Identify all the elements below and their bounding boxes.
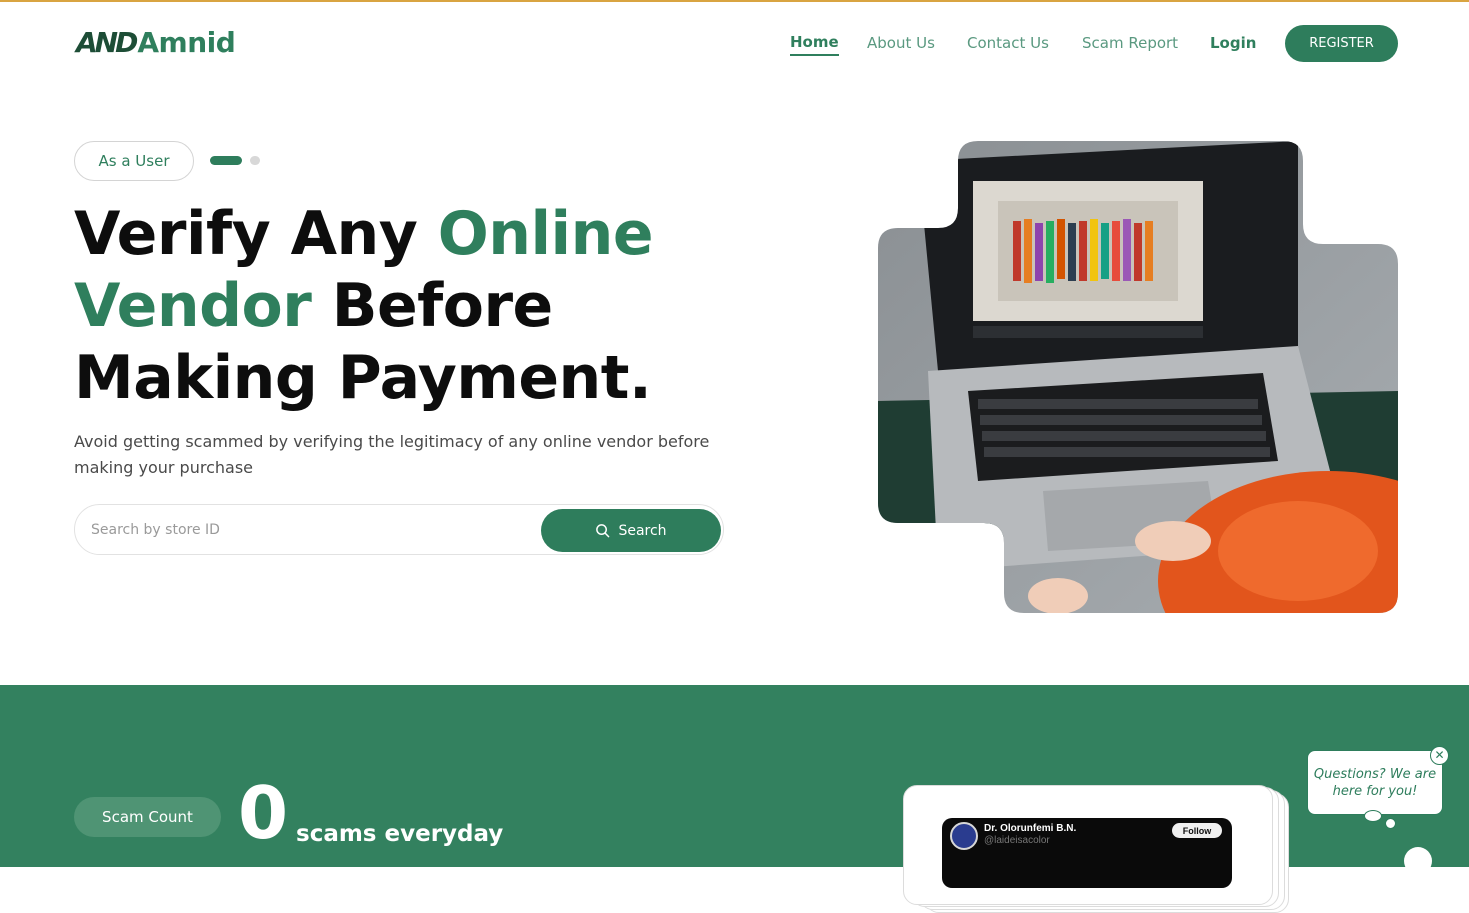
scam-count-number: 0 <box>238 771 289 855</box>
chat-prompt-bubble[interactable]: Questions? We are here for you! <box>1307 750 1443 815</box>
chat-bubble-tail-small <box>1385 818 1396 829</box>
logo-text: Amnid <box>137 26 236 59</box>
search-icon <box>596 524 610 538</box>
headline-green-vendor: Vendor <box>74 271 312 341</box>
store-search-bar: Search <box>74 504 724 555</box>
testimonial-card[interactable]: Dr. Olorunfemi B.N. @laideisacolor Follo… <box>903 785 1273 905</box>
chat-launcher-button[interactable] <box>1404 847 1432 875</box>
avatar <box>950 822 978 850</box>
nav-contact-link[interactable]: Contact Us <box>967 34 1049 52</box>
hero-headline: Verify Any Online Vendor Before Making Pa… <box>74 198 774 414</box>
nav-about-link[interactable]: About Us <box>867 34 935 52</box>
tweet-embed: Dr. Olorunfemi B.N. @laideisacolor Follo… <box>942 818 1232 888</box>
slide-dot-active[interactable] <box>210 156 242 165</box>
user-type-pill[interactable]: As a User <box>74 141 194 181</box>
logo-mark: AND <box>76 26 138 59</box>
chat-bubble-tail <box>1364 810 1382 822</box>
hero-subtext: Avoid getting scammed by verifying the l… <box>74 432 710 477</box>
scam-count-suffix: scams everyday <box>296 821 504 847</box>
nav-login-link[interactable]: Login <box>1210 34 1256 52</box>
store-id-search-input[interactable] <box>91 519 531 541</box>
headline-part1: Verify Any <box>74 199 438 269</box>
follow-button[interactable]: Follow <box>1172 823 1222 838</box>
site-header: ANDAmnid Home About Us Contact Us Scam R… <box>0 2 1469 82</box>
scam-count-pill: Scam Count <box>74 797 221 837</box>
headline-green-online: Online <box>437 199 654 269</box>
logo[interactable]: ANDAmnid <box>76 26 236 59</box>
slide-dot-inactive[interactable] <box>250 156 260 165</box>
nav-scam-report-link[interactable]: Scam Report <box>1082 34 1178 52</box>
stats-section: Scam Count 0 scams everyday Dr. Olorunfe… <box>0 685 1469 913</box>
chat-close-icon[interactable]: ✕ <box>1430 746 1449 765</box>
tweet-author-name: Dr. Olorunfemi B.N. <box>984 823 1077 834</box>
tweet-author-handle: @laideisacolor <box>984 835 1050 846</box>
register-button[interactable]: REGISTER <box>1285 25 1398 62</box>
search-button[interactable]: Search <box>541 509 721 552</box>
testimonial-card-stack: Dr. Olorunfemi B.N. @laideisacolor Follo… <box>903 785 1293 913</box>
nav-home-link[interactable]: Home <box>790 33 839 56</box>
hero-laptop-image <box>878 141 1398 613</box>
search-button-label: Search <box>618 522 667 539</box>
